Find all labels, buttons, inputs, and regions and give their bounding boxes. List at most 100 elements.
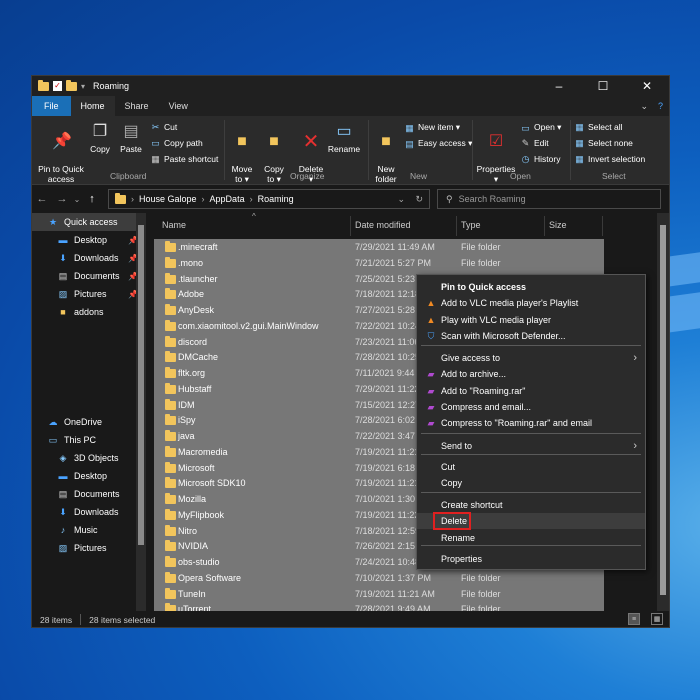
sidebar-item-pictures[interactable]: ▨ Pictures xyxy=(32,539,144,557)
move-to-button[interactable]: ■ Move to ▾ xyxy=(228,122,256,184)
context-item-rename[interactable]: Rename xyxy=(417,530,645,546)
history-button[interactable]: ◷ History xyxy=(520,154,561,164)
scrollbar-thumb[interactable] xyxy=(138,225,144,545)
copy-button[interactable]: ❐ Copy xyxy=(88,122,112,154)
invert-selection-button[interactable]: ▦ Invert selection xyxy=(574,154,645,164)
context-item-send-to[interactable]: Send to › xyxy=(417,438,645,454)
details-view-icon[interactable]: ≡ xyxy=(628,613,640,625)
context-item-compress-to-roaming-rar-and-email[interactable]: ▰ Compress to "Roaming.rar" and email xyxy=(417,415,645,431)
window-title: Roaming xyxy=(93,81,130,91)
copy-path-button[interactable]: ▭ Copy path xyxy=(150,138,203,148)
column-divider[interactable] xyxy=(350,216,351,236)
tab-share[interactable]: Share xyxy=(115,96,159,116)
edit-button[interactable]: ✎ Edit xyxy=(520,138,549,148)
paste-button[interactable]: ▤ Paste xyxy=(118,122,144,154)
sidebar-item-pictures[interactable]: ▨ Pictures 📌 xyxy=(32,285,144,303)
search-box[interactable]: ⚲ Search Roaming xyxy=(437,189,661,209)
context-item-add-to-roaming-rar[interactable]: ▰ Add to "Roaming.rar" xyxy=(417,383,645,399)
back-arrow-icon[interactable]: ← xyxy=(32,193,52,205)
breadcrumb-roaming[interactable]: Roaming xyxy=(258,194,294,204)
sidebar-item-desktop[interactable]: ▬ Desktop xyxy=(32,467,144,485)
context-item-play-with-vlc-media-player[interactable]: ▲ Play with VLC media player xyxy=(417,312,645,328)
column-divider[interactable] xyxy=(544,216,545,236)
select-none-button[interactable]: ▦ Select none xyxy=(574,138,633,148)
sidebar-item-addons[interactable]: ■ addons xyxy=(32,303,144,321)
file-date: 7/18/2021 12:59 xyxy=(355,525,421,536)
column-divider[interactable] xyxy=(456,216,457,236)
column-name[interactable]: Name xyxy=(162,220,186,230)
sidebar-item-quick-access[interactable]: ★ Quick access xyxy=(32,213,144,231)
select-all-button[interactable]: ▦ Select all xyxy=(574,122,622,132)
refresh-icon[interactable]: ↻ xyxy=(415,194,423,205)
tab-home[interactable]: Home xyxy=(70,96,115,116)
context-item-add-to-vlc-media-player-s-playlist[interactable]: ▲ Add to VLC media player's Playlist xyxy=(417,295,645,311)
breadcrumb-house-galope[interactable]: House Galope xyxy=(139,194,197,204)
help-icon[interactable]: ? xyxy=(658,101,663,111)
menu-separator xyxy=(421,454,641,455)
sidebar-item-downloads[interactable]: ⬇ Downloads xyxy=(32,503,144,521)
file-row[interactable]: .minecraft 7/29/2021 11:49 AM File folder xyxy=(154,239,604,255)
rename-button[interactable]: ▭ Rename xyxy=(326,122,362,154)
context-item-create-shortcut[interactable]: Create shortcut xyxy=(417,497,645,513)
forward-arrow-icon[interactable]: → xyxy=(52,193,72,205)
scrollbar-thumb[interactable] xyxy=(660,225,666,595)
open-button[interactable]: ▭ Open ▾ xyxy=(520,122,561,133)
context-item-properties[interactable]: Properties xyxy=(417,551,645,567)
breadcrumb-appdata[interactable]: AppData xyxy=(210,194,245,204)
file-date: 7/19/2021 11:21 AM xyxy=(355,588,435,599)
file-row[interactable]: .mono 7/21/2021 5:27 PM File folder xyxy=(154,254,604,271)
menu-separator xyxy=(421,433,641,434)
context-item-pin-to-quick-access[interactable]: Pin to Quick access xyxy=(417,279,645,295)
large-icons-view-icon[interactable]: ▦ xyxy=(651,613,663,625)
address-bar[interactable]: › House Galope › AppData › Roaming ⌄ ↻ xyxy=(108,189,430,209)
breadcrumb-chevron-icon: › xyxy=(249,194,253,204)
pin-quick-access-button[interactable]: 📌 Pin to Quick access xyxy=(36,122,86,184)
easy-access-button[interactable]: ▤ Easy access ▾ xyxy=(404,138,472,149)
context-item-copy[interactable]: Copy xyxy=(417,475,645,491)
tab-view[interactable]: View xyxy=(159,96,198,116)
file-date: 7/22/2021 10:24 xyxy=(355,320,421,331)
file-row[interactable]: TuneIn 7/19/2021 11:21 AM File folder xyxy=(154,585,604,602)
context-item-compress-and-email[interactable]: ▰ Compress and email... xyxy=(417,399,645,415)
cut-button[interactable]: ✂ Cut xyxy=(150,122,178,132)
context-item-add-to-archive[interactable]: ▰ Add to archive... xyxy=(417,366,645,382)
chevron-down-icon[interactable]: ▾ xyxy=(81,82,85,91)
sidebar-item-documents[interactable]: ▤ Documents xyxy=(32,485,144,503)
file-row[interactable]: Opera Software 7/10/2021 1:37 PM File fold… xyxy=(154,569,604,586)
context-item-label: Compress to "Roaming.rar" and email xyxy=(441,418,592,428)
sidebar-item-3d-objects[interactable]: ◈ 3D Objects xyxy=(32,449,144,467)
column-type[interactable]: Type xyxy=(461,220,481,230)
sidebar-item-desktop[interactable]: ▬ Desktop 📌 xyxy=(32,231,144,249)
recent-chevron-icon[interactable]: ⌄ xyxy=(72,195,82,204)
context-item-give-access-to[interactable]: Give access to › xyxy=(417,350,645,366)
new-item-button[interactable]: ▦ New item ▾ xyxy=(404,122,460,133)
file-name: MyFlipbook xyxy=(178,509,225,520)
file-date: 7/18/2021 12:18 xyxy=(355,289,421,300)
address-dropdown-icon[interactable]: ⌄ xyxy=(397,194,405,205)
sidebar-item-this-pc[interactable]: ▭ This PC xyxy=(32,431,144,449)
up-arrow-icon[interactable]: ↑ xyxy=(82,193,102,205)
defender-icon: ⛉ xyxy=(427,330,435,341)
column-divider[interactable] xyxy=(602,216,603,236)
paste-shortcut-button[interactable]: ▦ Paste shortcut xyxy=(150,154,218,164)
column-size[interactable]: Size xyxy=(549,220,567,230)
collapse-ribbon-icon[interactable]: ⌄ xyxy=(640,101,648,112)
properties-check-icon[interactable]: ✓ xyxy=(53,81,62,91)
sidebar-item-documents[interactable]: ▤ Documents 📌 xyxy=(32,267,144,285)
sidebar-item-downloads[interactable]: ⬇ Downloads 📌 xyxy=(32,249,144,267)
select-none-icon: ▦ xyxy=(575,138,584,148)
new-folder-icon[interactable] xyxy=(66,79,77,91)
sidebar-item-onedrive[interactable]: ☁ OneDrive xyxy=(32,413,144,431)
maximize-button[interactable]: ☐ xyxy=(581,76,625,96)
minimize-button[interactable]: – xyxy=(537,76,581,96)
column-date-modified[interactable]: Date modified xyxy=(355,220,411,230)
context-item-cut[interactable]: Cut xyxy=(417,459,645,475)
sidebar-item-music[interactable]: ♪ Music xyxy=(32,521,144,539)
context-item-scan-with-microsoft-defender[interactable]: ⛉ Scan with Microsoft Defender... xyxy=(417,328,645,344)
tab-file[interactable]: File xyxy=(32,96,71,116)
file-list-scrollbar[interactable] xyxy=(657,213,669,611)
close-button[interactable]: ✕ xyxy=(625,76,669,96)
navigation-scrollbar[interactable] xyxy=(136,213,146,611)
copy-to-button[interactable]: ■ Copy to ▾ xyxy=(260,122,288,184)
new-folder-button[interactable]: ■ New folder xyxy=(372,122,400,184)
